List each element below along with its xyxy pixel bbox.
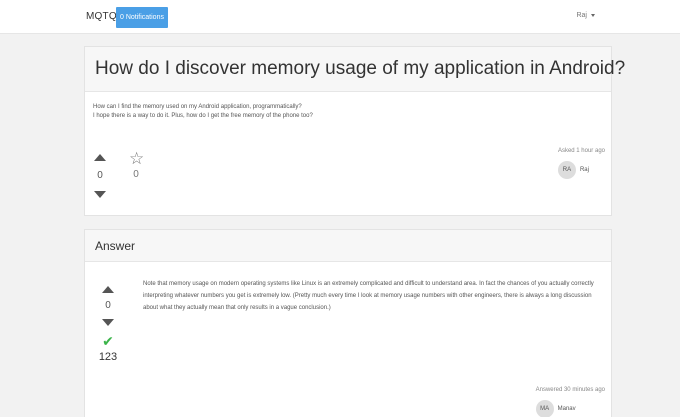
author-name: Manav bbox=[557, 406, 576, 412]
author-name: Raj bbox=[579, 167, 589, 173]
answer-vote-count: 0 bbox=[105, 300, 111, 311]
chevron-down-icon bbox=[591, 13, 595, 17]
avatar: RA bbox=[557, 161, 576, 179]
upvote-icon[interactable] bbox=[102, 286, 114, 293]
answer-body: Note that memory usage on modern operati… bbox=[143, 281, 594, 311]
accepted-count: 123 bbox=[98, 351, 118, 363]
question-vote-controls: 0 bbox=[89, 154, 111, 198]
question-header: How do I discover memory usage of my app… bbox=[85, 47, 625, 92]
upvote-icon[interactable] bbox=[94, 154, 106, 161]
answer-meta: Answered 30 minutes ago MA Manav bbox=[535, 387, 605, 417]
question-body-line: I hope there is a way to do it. Plus, ho… bbox=[93, 113, 313, 119]
top-navbar: MQTQ 0 Notifications Raj bbox=[0, 0, 680, 34]
answer-panel: Answer 0 ✔ 123 Note that memory usage on… bbox=[84, 229, 612, 417]
downvote-icon[interactable] bbox=[102, 319, 114, 326]
question-body: How can I find the memory used on my And… bbox=[93, 103, 313, 121]
downvote-icon[interactable] bbox=[94, 191, 106, 198]
asked-timestamp: Asked 1 hour ago bbox=[557, 148, 605, 154]
answer-vote-controls: 0 ✔ 123 bbox=[97, 286, 119, 363]
check-icon[interactable]: ✔ bbox=[97, 334, 119, 348]
notifications-button[interactable]: 0 Notifications bbox=[116, 7, 168, 28]
question-panel: How do I discover memory usage of my app… bbox=[84, 46, 625, 216]
answer-author[interactable]: MA Manav bbox=[535, 400, 605, 417]
question-author[interactable]: RA Raj bbox=[557, 161, 605, 179]
answered-timestamp: Answered 30 minutes ago bbox=[535, 387, 605, 393]
answer-header: Answer bbox=[85, 230, 611, 262]
star-outline-icon[interactable]: ☆ bbox=[129, 150, 144, 167]
user-menu-label: Raj bbox=[576, 12, 587, 19]
avatar: MA bbox=[535, 400, 554, 417]
brand-link[interactable]: MQTQ bbox=[86, 11, 117, 22]
favorite-controls: ☆ 0 bbox=[129, 150, 144, 180]
user-menu[interactable]: Raj bbox=[576, 12, 595, 19]
question-vote-count: 0 bbox=[97, 170, 103, 181]
answer-heading: Answer bbox=[95, 239, 136, 253]
question-meta: Asked 1 hour ago RA Raj bbox=[557, 148, 605, 179]
favorite-count: 0 bbox=[133, 169, 139, 180]
question-body-line: How can I find the memory used on my And… bbox=[93, 104, 302, 110]
question-title: How do I discover memory usage of my app… bbox=[95, 58, 626, 79]
